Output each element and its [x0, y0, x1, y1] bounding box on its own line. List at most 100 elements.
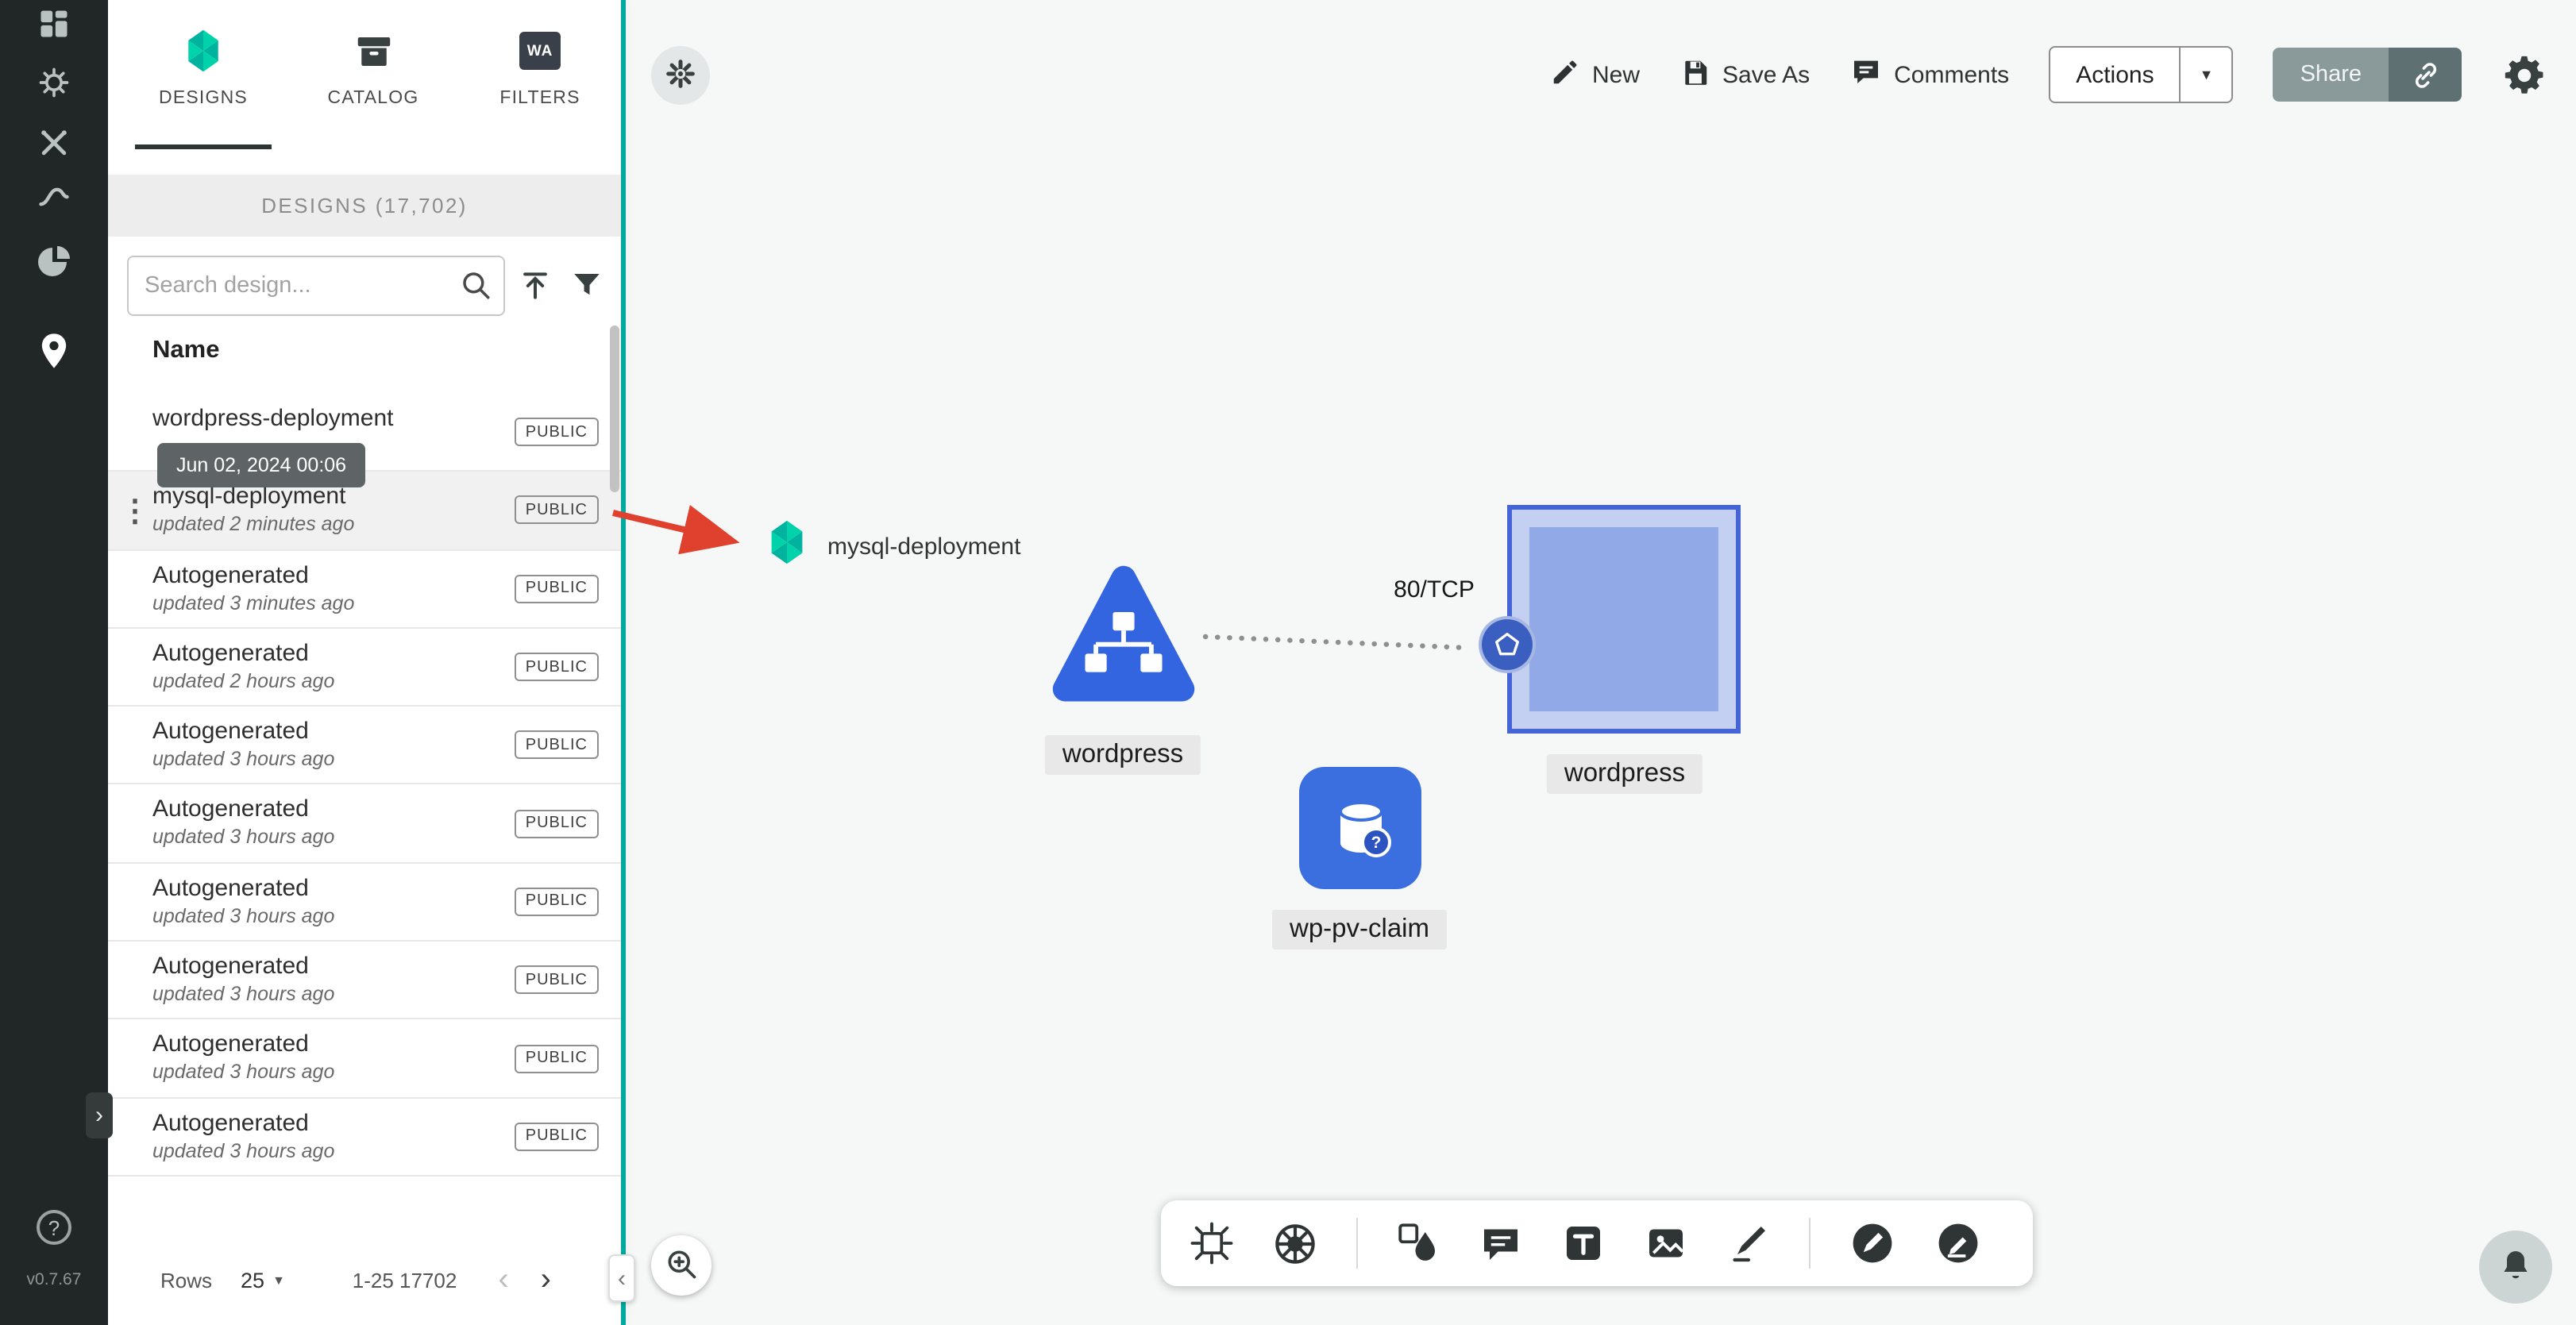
service-badge[interactable] [1479, 616, 1536, 673]
prev-page-button[interactable]: ‹ [498, 1262, 508, 1299]
tab-filters[interactable]: WA FILTERS [464, 22, 616, 108]
visibility-badge: PUBLIC [514, 1044, 599, 1073]
list-item[interactable]: Autogenerated updated 3 minutes ago PUBL… [108, 550, 621, 629]
extensions-icon[interactable] [35, 243, 73, 289]
edge-port-label: 80/TCP [1394, 576, 1475, 603]
meshery-logo-icon [127, 22, 280, 79]
toolbar-divider [1356, 1218, 1358, 1269]
save-as-button[interactable]: Save As [1679, 56, 1810, 93]
list-item[interactable]: Autogenerated updated 3 hours ago PUBLIC [108, 1098, 621, 1177]
selected-node-fill [1529, 527, 1718, 711]
designs-panel: DESIGNS CATALOG WA FILTERS DESIGNS (17,7… [108, 0, 621, 1325]
rows-per-page-select[interactable]: 25 ▼ [241, 1269, 285, 1292]
dashboard-icon[interactable] [37, 6, 71, 49]
kanvas-pin-icon[interactable] [33, 330, 75, 379]
pvc-question-badge: ? [1361, 827, 1391, 857]
pagination-range: 1-25 17702 [352, 1269, 457, 1292]
share-button[interactable]: Share [2273, 48, 2462, 102]
shapes-icon[interactable] [1396, 1221, 1440, 1265]
notification-bell-button[interactable] [2479, 1231, 2552, 1304]
magnifier-plus-icon [664, 1246, 699, 1285]
comment-icon [1849, 56, 1881, 94]
dragged-design-name: mysql-deployment [827, 533, 1021, 560]
draw-circle-icon[interactable] [1849, 1219, 1896, 1267]
filter-icon[interactable] [570, 268, 604, 310]
list-item[interactable]: Autogenerated updated 3 hours ago PUBLIC [108, 784, 621, 864]
lifecycle-icon[interactable] [37, 65, 71, 108]
selected-node[interactable] [1507, 505, 1741, 734]
wasm-filters-icon: WA [519, 32, 561, 70]
list-item[interactable]: Autogenerated updated 3 hours ago PUBLIC [108, 707, 621, 785]
visibility-badge: PUBLIC [514, 1122, 599, 1151]
canvas-topbar: New Save As Comments Actions ▼ Share [1549, 46, 2547, 103]
performance-icon[interactable] [37, 179, 71, 222]
zoom-in-button[interactable] [651, 1235, 711, 1296]
actions-button[interactable]: Actions ▼ [2049, 46, 2234, 103]
import-design-icon[interactable] [518, 268, 553, 311]
component-icon[interactable] [1190, 1221, 1234, 1265]
design-canvas[interactable]: New Save As Comments Actions ▼ Share 80/… [626, 0, 2576, 1325]
visibility-badge: PUBLIC [514, 495, 599, 525]
search-icon[interactable] [459, 268, 492, 310]
next-page-button[interactable]: › [541, 1262, 551, 1299]
list-item[interactable]: Autogenerated updated 3 hours ago PUBLIC [108, 863, 621, 942]
dragged-design-ghost[interactable]: mysql-deployment [762, 518, 1020, 575]
kubernetes-icon[interactable] [1272, 1220, 1318, 1266]
meshery-logo-icon [762, 518, 812, 575]
tab-catalog[interactable]: CATALOG [297, 22, 449, 108]
canvas-tools-dock [1161, 1200, 2033, 1286]
tab-filters-label: FILTERS [499, 89, 580, 108]
comment-tool-icon[interactable] [1479, 1221, 1523, 1265]
meshsync-flower-button[interactable] [651, 46, 710, 105]
flower-icon [662, 55, 699, 96]
collapse-panel-handle[interactable]: ‹ [608, 1254, 635, 1302]
list-item[interactable]: Autogenerated updated 3 hours ago PUBLIC [108, 942, 621, 1020]
copy-link-icon[interactable] [2389, 48, 2462, 102]
media-icon[interactable] [1644, 1221, 1688, 1265]
pen-tool-icon[interactable] [1726, 1221, 1771, 1265]
visibility-badge: PUBLIC [514, 965, 599, 995]
annotate-circle-icon[interactable] [1934, 1219, 1982, 1267]
help-button[interactable]: ? [37, 1210, 71, 1245]
row-menu-kebab-icon[interactable]: ⋮ [120, 489, 150, 533]
catalog-archive-icon [297, 22, 449, 79]
visibility-badge: PUBLIC [514, 574, 599, 603]
canvas-settings-gear-icon[interactable] [2501, 52, 2547, 98]
volume-cylinder-icon [1338, 800, 1382, 852]
caret-down-icon: ▼ [272, 1273, 285, 1288]
pagination-footer: Rows 25 ▼ 1-25 17702 ‹ › [108, 1249, 621, 1312]
actions-caret-icon[interactable]: ▼ [2179, 48, 2232, 102]
kanvas-app: ? v0.7.67 › DESIGNS CATALOG WA FILTERS D… [0, 0, 2576, 1325]
visibility-badge: PUBLIC [514, 730, 599, 760]
visibility-badge: PUBLIC [514, 653, 599, 682]
panel-tabs: DESIGNS CATALOG WA FILTERS [108, 0, 621, 156]
kubernetes-deployment-icon [1052, 565, 1195, 702]
text-tool-icon[interactable] [1561, 1221, 1606, 1265]
pentagon-service-icon [1495, 633, 1519, 656]
panel-resize-divider [621, 0, 626, 1325]
new-button[interactable]: New [1549, 56, 1640, 93]
design-list: wordpress-deployment PUBLIC mysql-deploy… [108, 394, 621, 1177]
designs-count-header: DESIGNS (17,702) [108, 175, 621, 237]
deployment-node[interactable] [1047, 553, 1201, 721]
deployment-node-label: wordpress [1044, 735, 1201, 775]
save-icon [1679, 56, 1710, 93]
pvc-node[interactable] [1299, 767, 1421, 889]
name-column-header: Name [152, 337, 220, 364]
configuration-icon[interactable] [37, 125, 71, 168]
panel-scrollbar-thumb[interactable] [610, 325, 619, 492]
rows-per-page-label: Rows [160, 1269, 213, 1292]
updated-date-tooltip: Jun 02, 2024 00:06 [157, 443, 366, 487]
selected-node-label: wordpress [1546, 754, 1703, 794]
pvc-node-label: wp-pv-claim [1271, 910, 1448, 949]
search-input[interactable] [127, 256, 505, 316]
list-item[interactable]: Autogenerated updated 2 hours ago PUBLIC [108, 628, 621, 707]
version-label: v0.7.67 [26, 1270, 82, 1289]
list-item[interactable]: Autogenerated updated 3 hours ago PUBLIC [108, 1019, 621, 1099]
tab-designs[interactable]: DESIGNS [127, 22, 280, 108]
expand-nav-handle[interactable]: › [86, 1092, 113, 1138]
visibility-badge: PUBLIC [514, 887, 599, 916]
comments-button[interactable]: Comments [1849, 56, 2009, 94]
tab-designs-label: DESIGNS [159, 89, 248, 108]
tab-catalog-label: CATALOG [327, 89, 419, 108]
